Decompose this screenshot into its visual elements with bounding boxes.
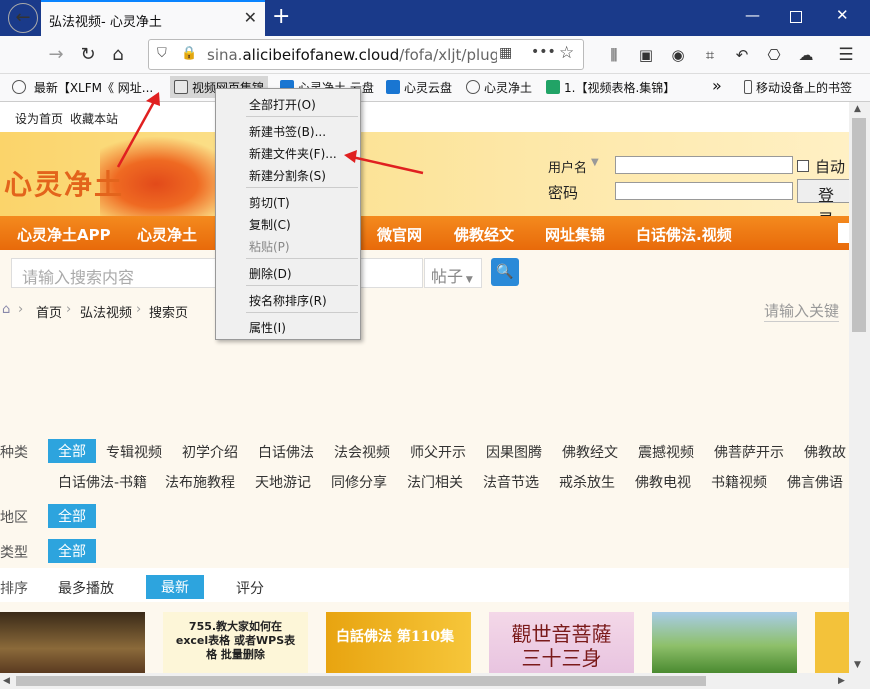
annotation-arrows <box>116 92 424 175</box>
arrow-to-new-folder <box>351 155 424 175</box>
arrow-to-folder <box>116 99 157 168</box>
arrowhead-icon <box>344 150 357 163</box>
